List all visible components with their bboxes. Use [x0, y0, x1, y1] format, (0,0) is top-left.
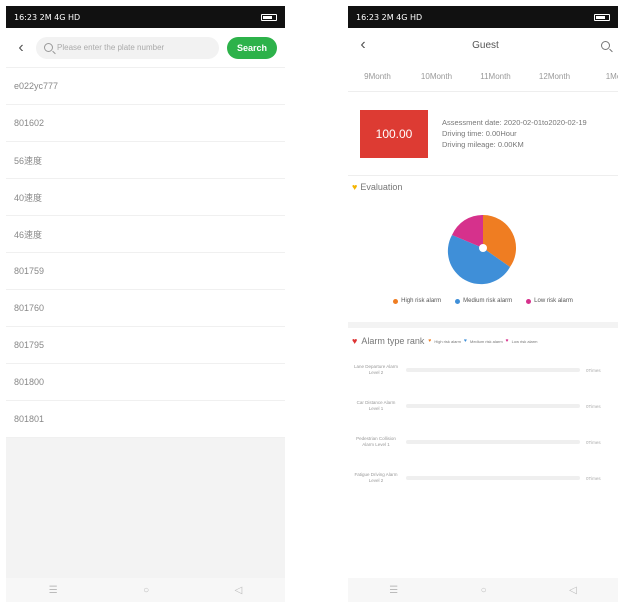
score-badge: 100.00	[360, 109, 428, 158]
driver-report-screen: 16:23 2M 4G HD ‹ Guest 9Month 10Month 11…	[348, 6, 618, 602]
legend-low: Low risk alarm	[526, 298, 573, 304]
legend-label: Low risk alarm	[511, 338, 538, 344]
menu-icon[interactable]: ☰	[389, 585, 398, 596]
driving-mileage: Driving mileage: 0.00KM	[442, 140, 524, 149]
driving-time: Driving time: 0.00Hour	[442, 129, 517, 138]
month-tabs: 9Month 10Month 11Month 12Month 1Mo	[348, 62, 618, 92]
alarm-rank-header: ♥ Alarm type rank ♥ High risk alarm ♥ Medi…	[348, 328, 618, 348]
alarm-count: 0Times	[586, 367, 601, 373]
heart-icon: ♥	[464, 338, 467, 344]
plate-item[interactable]: 801760	[6, 290, 285, 327]
legend-high: High risk alarm	[393, 298, 441, 304]
alarm-count: 0Times	[586, 475, 601, 481]
alarm-row: Lane Departure Alarm Level 2 0Times	[352, 352, 614, 388]
alarm-bar	[406, 404, 580, 408]
alarm-bar	[406, 368, 580, 372]
pie-chart	[447, 214, 517, 285]
system-nav-bar: ☰ ○ ◁	[6, 578, 285, 602]
system-nav-bar: ☰ ○ ◁	[348, 578, 618, 602]
plate-item[interactable]: 801801	[6, 401, 285, 438]
dot-icon	[393, 298, 399, 304]
home-icon[interactable]: ○	[143, 585, 149, 596]
alarm-bar	[406, 476, 580, 480]
dot-icon	[455, 298, 461, 304]
plate-item[interactable]: 801602	[6, 105, 285, 142]
alarm-label: Fatigue Driving Alarm Level 2	[354, 472, 398, 483]
plate-item[interactable]: 801759	[6, 253, 285, 290]
page-title: Guest	[472, 39, 499, 51]
legend-label: Low risk alarm	[534, 298, 573, 304]
plate-item[interactable]: 46速度	[6, 216, 285, 253]
alarm-mini-legend: ♥ High risk alarm ♥ Medium risk alarm ♥ Low…	[428, 338, 537, 344]
search-icon[interactable]	[601, 40, 610, 50]
legend-medium: Medium risk alarm	[455, 298, 512, 304]
alarm-row: Fatigue Driving Alarm Level 2 0Times	[352, 460, 614, 496]
pie-center	[479, 244, 487, 252]
evaluation-header: ♥ Evaluation	[348, 176, 618, 198]
pie-legend: High risk alarm Medium risk alarm Low ri…	[348, 298, 618, 304]
search-button[interactable]: Search	[226, 36, 277, 59]
back-nav-icon[interactable]: ◁	[569, 585, 577, 596]
home-icon[interactable]: ○	[481, 585, 487, 596]
plate-item[interactable]: 56速度	[6, 142, 285, 179]
title-header: ‹ Guest	[348, 28, 618, 62]
back-icon[interactable]: ‹	[14, 39, 28, 57]
battery-icon	[261, 13, 277, 21]
legend-label: Medium risk alarm	[463, 298, 513, 304]
status-time: 16:23 2M 4G HD	[356, 12, 423, 22]
search-box[interactable]	[36, 36, 219, 59]
tab-month[interactable]: 10Month	[407, 72, 466, 81]
alarm-bar	[406, 440, 580, 444]
plate-item[interactable]: 40速度	[6, 179, 285, 216]
plate-list: e022yc777 801602 56速度 40速度 46速度 801759 8…	[6, 68, 285, 438]
plate-item[interactable]: 801795	[6, 327, 285, 364]
heart-icon: ♥	[428, 338, 432, 344]
score-section: 100.00 Assessment date: 2020-02-01to2020…	[348, 92, 618, 176]
menu-icon[interactable]: ☰	[49, 585, 58, 596]
back-icon[interactable]: ‹	[356, 36, 370, 54]
tab-month[interactable]: 9Month	[348, 72, 407, 81]
evaluation-title: Evaluation	[360, 182, 403, 192]
battery-icon	[594, 13, 610, 21]
status-time: 16:23 2M 4G HD	[14, 12, 81, 22]
legend-label: Medium risk alarm	[469, 338, 503, 344]
heart-icon: ♥	[352, 336, 358, 346]
dot-icon	[526, 298, 532, 304]
alarm-rank-list: Lane Departure Alarm Level 2 0Times Car …	[348, 348, 618, 500]
plate-item[interactable]: 801800	[6, 364, 285, 401]
plate-search-screen: 16:23 2M 4G HD ‹ Search e022yc777 801602…	[6, 6, 285, 602]
search-header: ‹ Search	[6, 28, 285, 68]
heart-icon: ♥	[352, 182, 358, 192]
alarm-count: 0Times	[586, 403, 601, 409]
evaluation-pie	[348, 198, 618, 298]
alarm-label: Car Distance Alarm Level 1	[356, 400, 396, 411]
search-icon	[44, 43, 53, 52]
assessment-date: Assessment date: 2020-02-01to2020-02-19	[442, 118, 587, 127]
tab-month[interactable]: 12Month	[525, 72, 584, 81]
legend-label: High risk alarm	[401, 298, 442, 304]
plate-item[interactable]: e022yc777	[6, 68, 285, 105]
tab-month[interactable]: 1Mo	[584, 72, 618, 81]
alarm-count: 0Times	[586, 439, 601, 445]
plate-search-input[interactable]	[57, 43, 211, 52]
alarm-label: Pedestrian Collision Alarm Level 1	[356, 436, 396, 447]
alarm-rank-title: Alarm type rank	[361, 336, 425, 346]
alarm-label: Lane Departure Alarm Level 2	[353, 364, 399, 375]
status-bar: 16:23 2M 4G HD	[348, 6, 618, 28]
alarm-row: Car Distance Alarm Level 1 0Times	[352, 388, 614, 424]
alarm-row: Pedestrian Collision Alarm Level 1 0Time…	[352, 424, 614, 460]
tab-month[interactable]: 11Month	[466, 72, 525, 81]
heart-icon: ♥	[505, 338, 509, 344]
back-nav-icon[interactable]: ◁	[235, 585, 243, 596]
score-info: Assessment date: 2020-02-01to2020-02-19 …	[442, 117, 587, 150]
status-bar: 16:23 2M 4G HD	[6, 6, 285, 28]
legend-label: High risk alarm	[434, 338, 462, 344]
